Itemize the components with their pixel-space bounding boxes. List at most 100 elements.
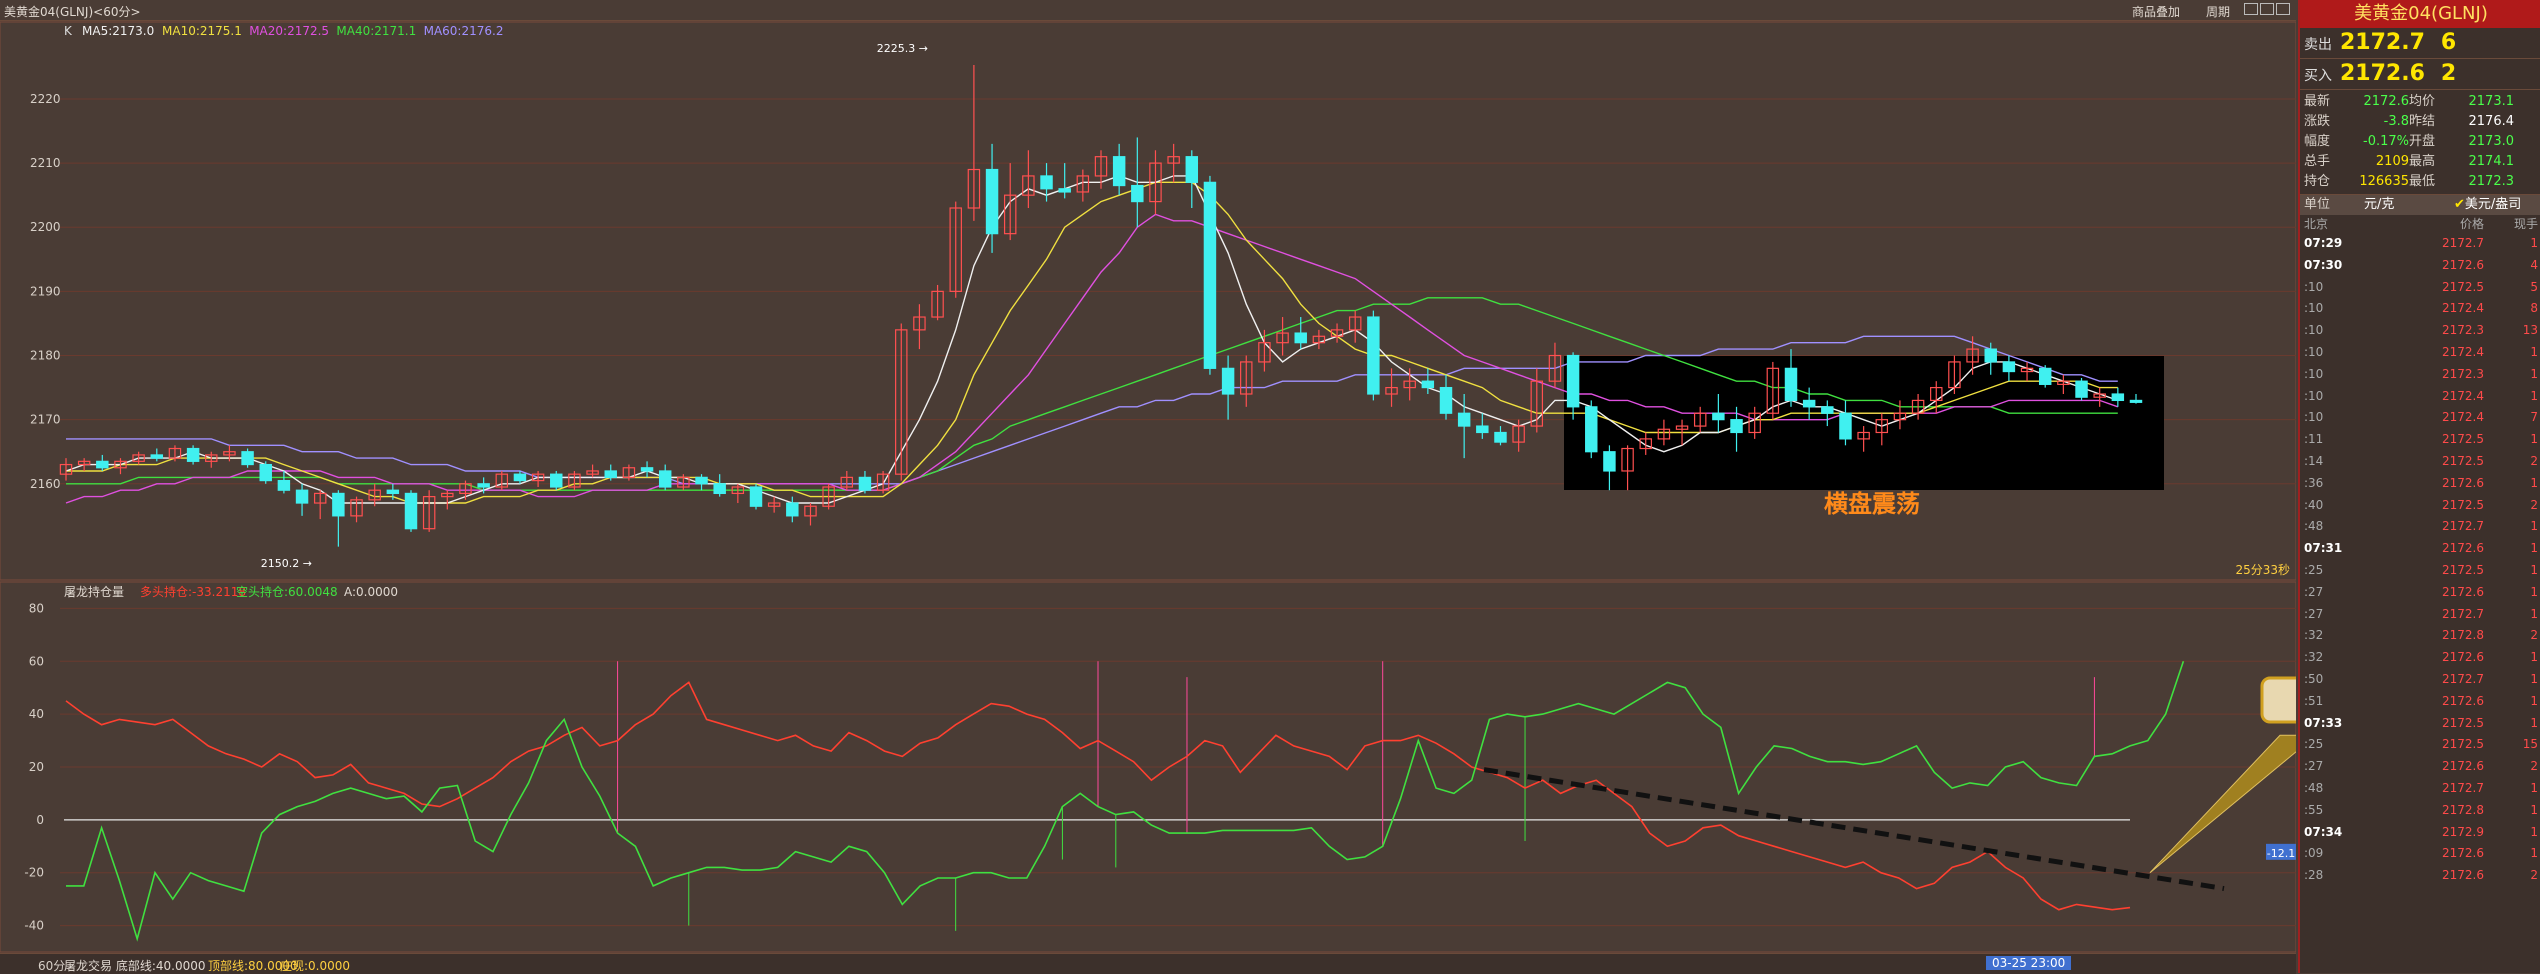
candle-body: [604, 470, 617, 478]
tick-row[interactable]: :28 2172.6 2: [2300, 865, 2540, 887]
tick-time: 07:31: [2304, 541, 2343, 556]
tick-price: 2172.7: [2442, 671, 2484, 686]
tick-time: :27: [2304, 606, 2324, 621]
candle-body: [2075, 380, 2088, 398]
high-label: 2225.3 →: [877, 42, 928, 55]
tick-row[interactable]: :10 2172.5 5: [2300, 277, 2540, 299]
col-price: 价格: [2459, 217, 2484, 231]
indicator-tick-label: 80: [29, 601, 44, 615]
period-label[interactable]: 60分: [38, 957, 65, 974]
y-tick-label: 2190: [30, 284, 61, 298]
tick-time: :10: [2304, 344, 2324, 359]
candle-body: [1839, 412, 1852, 440]
trade-indicator-label: 屠龙交易 底部线:40.0000: [64, 959, 206, 973]
tick-price: 2172.3: [2442, 323, 2484, 338]
tick-row[interactable]: :48 2172.7 1: [2300, 778, 2540, 800]
candle-body: [1494, 431, 1507, 443]
tick-volume: 1: [2530, 802, 2538, 817]
tick-row[interactable]: :40 2172.5 2: [2300, 495, 2540, 517]
candle-body: [386, 489, 400, 495]
candle-body: [1784, 367, 1798, 402]
buy-row: 买入 2172.6 2: [2300, 59, 2540, 90]
tick-row[interactable]: :50 2172.7 1: [2300, 669, 2540, 691]
tick-price: 2172.5: [2442, 279, 2484, 294]
tick-row[interactable]: :14 2172.5 2: [2300, 451, 2540, 473]
tick-row[interactable]: :32 2172.6 1: [2300, 647, 2540, 669]
panel-title: 美黄金04(GLNJ): [2300, 0, 2540, 28]
a-legend: A:0.0000: [344, 585, 398, 599]
tick-row[interactable]: :10 2172.3 13: [2300, 320, 2540, 342]
tick-volume: 4: [2530, 257, 2538, 272]
tick-row[interactable]: 07:31 2172.6 1: [2300, 538, 2540, 560]
indicator-tick-label: 20: [29, 760, 44, 774]
tick-volume: 1: [2530, 236, 2538, 250]
ma-legend-4: MA40:2171.1: [336, 24, 416, 38]
tick-time: :28: [2304, 868, 2324, 883]
candle-body: [1585, 406, 1598, 453]
tick-volume: 2: [2530, 453, 2538, 468]
tick-time: :51: [2304, 693, 2324, 708]
stat-v2-1: 2176.4: [2468, 114, 2515, 129]
tick-row[interactable]: :10 2172.4 1: [2300, 386, 2540, 408]
timer-label: 25分33秒: [2235, 563, 2290, 577]
tick-time: :10: [2304, 301, 2324, 316]
tick-volume: 1: [2530, 432, 2538, 447]
tick-row[interactable]: :09 2172.6 1: [2300, 843, 2540, 865]
stat-v2-3: 2174.1: [2468, 154, 2515, 169]
stats-grid: 最新 2172.6 均价 2173.1 涨跌 -3.8 昨结 2176.4 幅度 -0.17% 开盘…: [2300, 90, 2540, 195]
tick-volume: 1: [2530, 650, 2538, 665]
tick-row[interactable]: :10 2172.4 8: [2300, 298, 2540, 320]
tick-price: 2172.4: [2442, 344, 2484, 359]
candle-body: [985, 168, 999, 235]
tick-price: 2172.5: [2442, 737, 2484, 752]
sell-label: 卖出: [2304, 37, 2332, 53]
sell-row: 卖出 2172.7 6: [2300, 28, 2540, 59]
tick-row[interactable]: 07:33 2172.5 1: [2300, 713, 2540, 735]
tick-time: :11: [2304, 432, 2324, 447]
tick-row[interactable]: :10 2172.4 1: [2300, 342, 2540, 364]
candle-body: [1112, 156, 1126, 187]
tick-row[interactable]: :27 2172.6 2: [2300, 756, 2540, 778]
tick-price: 2172.6: [2442, 693, 2484, 708]
tick-row[interactable]: 07:30 2172.6 4: [2300, 255, 2540, 277]
tick-price: 2172.8: [2442, 628, 2484, 643]
tick-volume: 1: [2530, 519, 2538, 534]
tick-row[interactable]: 07:34 2172.9 1: [2300, 822, 2540, 844]
tick-row[interactable]: :10 2172.4 7: [2300, 407, 2540, 429]
currency-toggle[interactable]: ✔美元/盎司: [2454, 195, 2521, 215]
tick-row[interactable]: :10 2172.3 1: [2300, 364, 2540, 386]
tick-row[interactable]: :48 2172.7 1: [2300, 516, 2540, 538]
tick-row[interactable]: :27 2172.6 1: [2300, 582, 2540, 604]
tick-row[interactable]: :51 2172.6 1: [2300, 691, 2540, 713]
sell-price: 2172.7: [2340, 30, 2425, 55]
candle-body: [640, 467, 654, 472]
ticks-list[interactable]: 07:29 2172.7 1 07:30 2172.6 4:10 2172.5 5:10 217…: [2300, 233, 2540, 887]
tick-row[interactable]: :32 2172.8 2: [2300, 625, 2540, 647]
y-tick-label: 2180: [30, 349, 61, 363]
tick-row[interactable]: :27 2172.7 1: [2300, 604, 2540, 626]
candle-body: [404, 492, 418, 530]
tick-row[interactable]: :11 2172.5 1: [2300, 429, 2540, 451]
tick-row[interactable]: :55 2172.8 1: [2300, 800, 2540, 822]
candle-body: [2038, 367, 2052, 385]
sell-volume: 6: [2440, 30, 2457, 55]
main-chart[interactable]: 2160 2170 2180 2190 2200 2210 2220 K MA5:2173.0 M…: [0, 0, 2296, 953]
candle-body: [1040, 175, 1053, 190]
stat-v1-0: 2172.6: [2363, 94, 2410, 109]
tick-row[interactable]: :25 2172.5 1: [2300, 560, 2540, 582]
tick-row[interactable]: :36 2172.6 1: [2300, 473, 2540, 495]
tick-row[interactable]: 07:29 2172.7 1: [2300, 233, 2540, 255]
unit-value[interactable]: 元/克: [2364, 195, 2454, 215]
candle-body: [2129, 399, 2143, 403]
stat-v1-1: -3.8: [2383, 114, 2409, 129]
range-highlight-box: [1564, 356, 2164, 490]
stat-k1-0: 最新: [2304, 94, 2331, 109]
candle-body: [1566, 354, 1580, 408]
shipping-label: 庄现:0.0000: [280, 959, 351, 973]
tick-volume: 1: [2530, 606, 2538, 621]
unit-row: 单位 元/克 ✔美元/盎司: [2300, 195, 2540, 215]
tick-row[interactable]: :25 2172.5 15: [2300, 734, 2540, 756]
indicator-tick-label: -40: [24, 919, 44, 933]
currency-label: 美元/盎司: [2464, 197, 2522, 212]
stat-v1-2: -0.17%: [2363, 134, 2409, 149]
